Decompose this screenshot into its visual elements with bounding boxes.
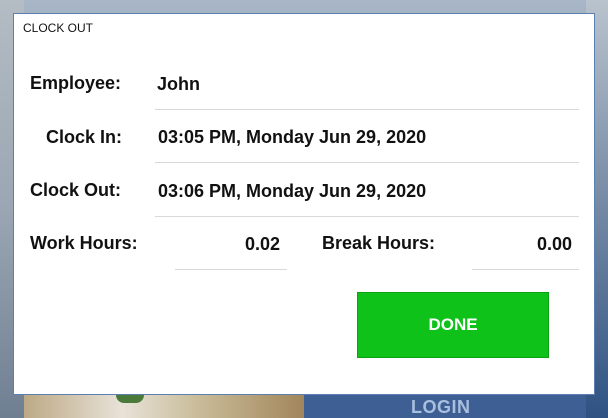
clock-out-label: Clock Out: [30,180,122,200]
background-food-image [24,395,304,418]
break-hours-separator [472,269,579,270]
work-hours-label: Work Hours: [30,233,138,253]
clock-out-dialog: CLOCK OUT Employee: John Clock In: 03:05… [13,13,595,395]
background-login-label: LOGIN [411,397,471,417]
employee-separator [155,109,579,110]
break-hours-value: 0.00 [537,234,573,254]
break-hours-label: Break Hours: [322,233,436,253]
employee-value: John [157,74,200,94]
work-hours-separator [175,269,287,270]
clock-out-separator [155,216,579,217]
background-garnish [116,395,144,403]
clock-in-label: Clock In: [46,127,123,147]
work-hours-value: 0.02 [245,234,281,254]
done-button[interactable]: DONE [357,292,549,358]
clock-in-separator [155,162,579,163]
clock-in-value: 03:05 PM, Monday Jun 29, 2020 [158,127,427,147]
clock-out-value: 03:06 PM, Monday Jun 29, 2020 [158,181,427,201]
employee-label: Employee: [30,73,122,93]
dialog-title: CLOCK OUT [23,21,94,35]
